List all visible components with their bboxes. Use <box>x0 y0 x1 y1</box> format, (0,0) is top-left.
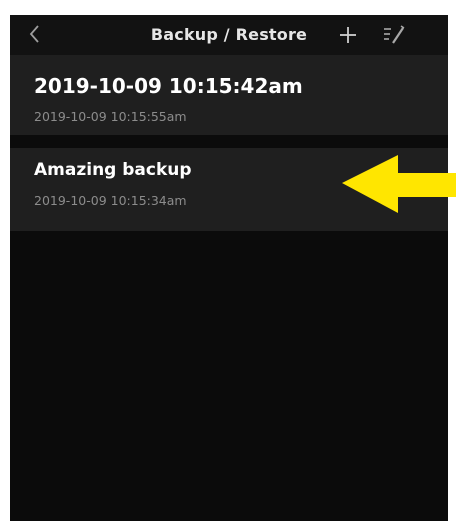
add-backup-button[interactable] <box>335 21 361 49</box>
edit-list-button[interactable] <box>382 24 406 46</box>
backup-title: 2019-10-09 10:15:42am <box>34 74 303 98</box>
backup-restore-screen: Backup / Restore 2019-10-09 10:15:42am 2… <box>10 15 448 521</box>
backup-title: Amazing backup <box>34 160 192 180</box>
backup-item[interactable]: 2019-10-09 10:15:42am 2019-10-09 10:15:5… <box>10 55 448 135</box>
plus-icon <box>340 27 356 43</box>
navigation-bar: Backup / Restore <box>10 15 448 55</box>
edit-list-icon <box>384 25 405 44</box>
backup-timestamp: 2019-10-09 10:15:55am <box>34 109 187 124</box>
backup-timestamp: 2019-10-09 10:15:34am <box>34 193 187 208</box>
arrow-left-icon <box>342 155 456 213</box>
